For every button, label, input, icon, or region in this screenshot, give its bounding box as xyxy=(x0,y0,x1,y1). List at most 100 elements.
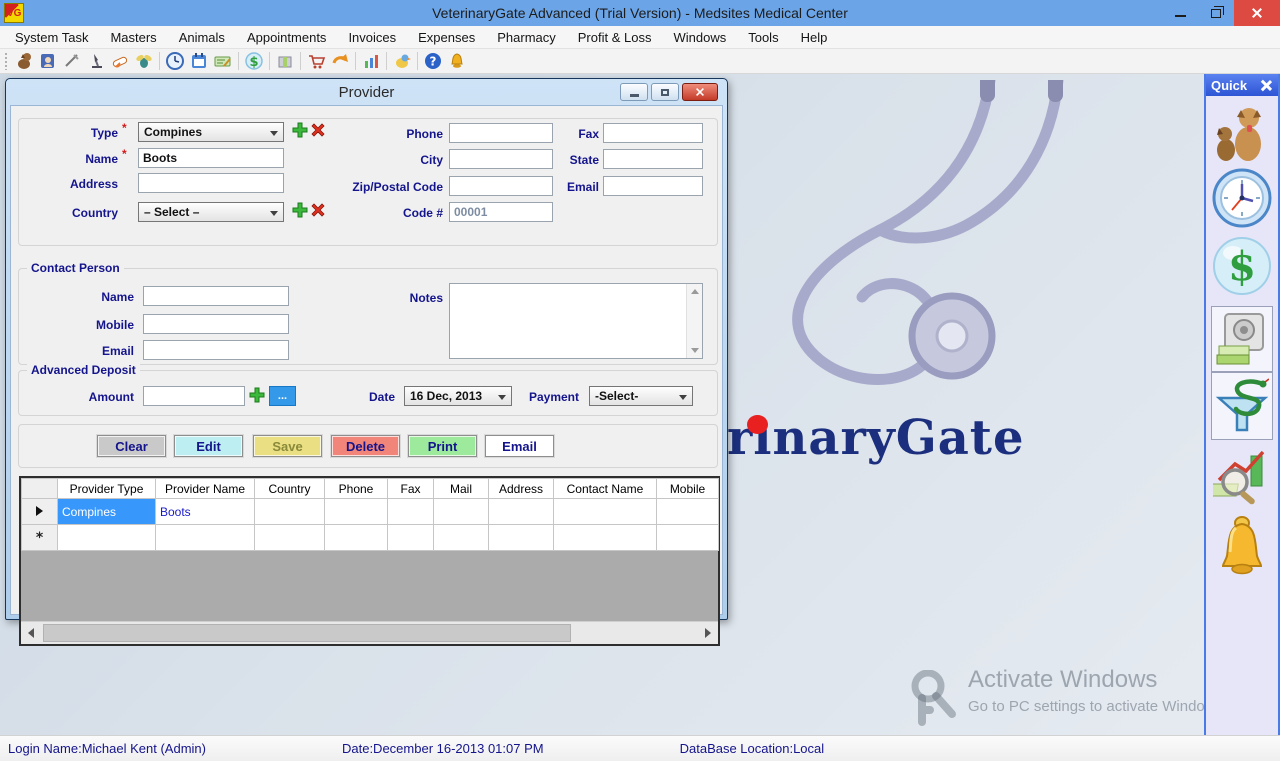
cell-address[interactable] xyxy=(489,499,554,525)
browse-button[interactable]: ... xyxy=(269,386,296,406)
cell-phone[interactable] xyxy=(325,525,388,551)
pharmacy-icon[interactable] xyxy=(1211,372,1273,440)
notes-textarea[interactable] xyxy=(449,283,703,359)
money-dollar-icon[interactable]: $ xyxy=(1212,236,1272,296)
cell-mobile[interactable] xyxy=(657,499,719,525)
bird-icon[interactable] xyxy=(390,50,414,72)
help-icon[interactable]: ? xyxy=(421,50,445,72)
city-input[interactable] xyxy=(449,149,553,169)
column-provider-type[interactable]: Provider Type xyxy=(58,479,156,499)
provider-dialog-titlebar[interactable]: Provider xyxy=(7,79,726,105)
quick-panel-close-icon[interactable] xyxy=(1259,78,1273,92)
edit-button[interactable]: Edit xyxy=(174,435,243,457)
medicine-capsule-icon[interactable] xyxy=(108,50,132,72)
grid-horizontal-scrollbar[interactable] xyxy=(21,621,718,644)
clear-button[interactable]: Clear xyxy=(97,435,166,457)
cell-contact-name[interactable] xyxy=(554,525,657,551)
code-input[interactable] xyxy=(449,202,553,222)
delete-country-icon[interactable] xyxy=(310,202,326,218)
menu-help[interactable]: Help xyxy=(790,26,839,49)
menu-animals[interactable]: Animals xyxy=(168,26,236,49)
zip-input[interactable] xyxy=(449,176,553,196)
menu-profit-loss[interactable]: Profit & Loss xyxy=(567,26,663,49)
cell-mail[interactable] xyxy=(434,499,489,525)
delete-type-icon[interactable] xyxy=(310,122,326,138)
print-button[interactable]: Print xyxy=(408,435,477,457)
menu-invoices[interactable]: Invoices xyxy=(337,26,407,49)
menu-pharmacy[interactable]: Pharmacy xyxy=(486,26,567,49)
toolbar-grip[interactable] xyxy=(4,52,8,70)
cell-provider-name[interactable] xyxy=(156,525,255,551)
clock-icon[interactable] xyxy=(1212,168,1272,228)
cell-fax[interactable] xyxy=(388,499,434,525)
cell-mobile[interactable] xyxy=(657,525,719,551)
contact-mobile-input[interactable] xyxy=(143,314,289,334)
menu-windows[interactable]: Windows xyxy=(662,26,737,49)
name-input[interactable] xyxy=(138,148,284,168)
cell-contact-name[interactable] xyxy=(554,499,657,525)
dollar-coin-icon[interactable]: $ xyxy=(242,50,266,72)
new-row-marker[interactable]: * xyxy=(22,525,58,551)
date-dropdown[interactable]: 16 Dec, 2013 xyxy=(404,386,512,406)
package-icon[interactable] xyxy=(273,50,297,72)
statistics-chart-icon[interactable] xyxy=(359,50,383,72)
reminder-bell-icon[interactable] xyxy=(1216,514,1268,576)
cash-safe-icon[interactable] xyxy=(1211,306,1273,372)
add-type-icon[interactable] xyxy=(292,122,308,138)
cell-address[interactable] xyxy=(489,525,554,551)
country-dropdown[interactable]: – Select – xyxy=(138,202,284,222)
column-mail[interactable]: Mail xyxy=(434,479,489,499)
add-country-icon[interactable] xyxy=(292,202,308,218)
column-fax[interactable]: Fax xyxy=(388,479,434,499)
payment-check-icon[interactable] xyxy=(211,50,235,72)
scroll-right-button[interactable] xyxy=(698,622,718,644)
dialog-minimize-button[interactable] xyxy=(620,83,648,101)
clients-book-icon[interactable] xyxy=(36,50,60,72)
cell-phone[interactable] xyxy=(325,499,388,525)
menu-appointments[interactable]: Appointments xyxy=(236,26,338,49)
add-amount-icon[interactable] xyxy=(249,387,265,403)
insect-icon[interactable] xyxy=(132,50,156,72)
current-row-marker[interactable] xyxy=(22,499,58,525)
phone-input[interactable] xyxy=(449,123,553,143)
notes-scrollbar[interactable] xyxy=(686,284,702,358)
address-input[interactable] xyxy=(138,173,284,193)
dog-icon[interactable] xyxy=(12,50,36,72)
payment-dropdown[interactable]: -Select- xyxy=(589,386,693,406)
scrollbar-thumb[interactable] xyxy=(43,624,571,642)
menu-system-task[interactable]: System Task xyxy=(4,26,99,49)
type-dropdown[interactable]: Compines xyxy=(138,122,284,142)
contact-email-input[interactable] xyxy=(143,340,289,360)
grooming-tool-icon[interactable] xyxy=(60,50,84,72)
save-button[interactable]: Save xyxy=(253,435,322,457)
column-mobile[interactable]: Mobile xyxy=(657,479,719,499)
bell-icon[interactable] xyxy=(445,50,469,72)
cell-country[interactable] xyxy=(255,525,325,551)
menu-tools[interactable]: Tools xyxy=(737,26,789,49)
cell-fax[interactable] xyxy=(388,525,434,551)
shopping-cart-icon[interactable] xyxy=(304,50,328,72)
clock-icon[interactable] xyxy=(163,50,187,72)
delete-button[interactable]: Delete xyxy=(331,435,400,457)
calendar-icon[interactable] xyxy=(187,50,211,72)
dialog-close-button[interactable] xyxy=(682,83,718,101)
column-address[interactable]: Address xyxy=(489,479,554,499)
cell-provider-name[interactable]: Boots xyxy=(156,499,255,525)
cell-mail[interactable] xyxy=(434,525,489,551)
reports-search-icon[interactable] xyxy=(1213,446,1271,506)
email-button[interactable]: Email xyxy=(485,435,554,457)
fax-input[interactable] xyxy=(603,123,703,143)
minimize-button[interactable] xyxy=(1162,0,1198,26)
column-phone[interactable]: Phone xyxy=(325,479,388,499)
undo-arrow-icon[interactable] xyxy=(328,50,352,72)
cell-country[interactable] xyxy=(255,499,325,525)
column-contact-name[interactable]: Contact Name xyxy=(554,479,657,499)
menu-masters[interactable]: Masters xyxy=(99,26,167,49)
close-button[interactable] xyxy=(1234,0,1280,26)
state-input[interactable] xyxy=(603,149,703,169)
menu-expenses[interactable]: Expenses xyxy=(407,26,486,49)
scroll-left-button[interactable] xyxy=(21,622,41,644)
pets-icon[interactable] xyxy=(1214,104,1270,164)
email-input[interactable] xyxy=(603,176,703,196)
contact-name-input[interactable] xyxy=(143,286,289,306)
